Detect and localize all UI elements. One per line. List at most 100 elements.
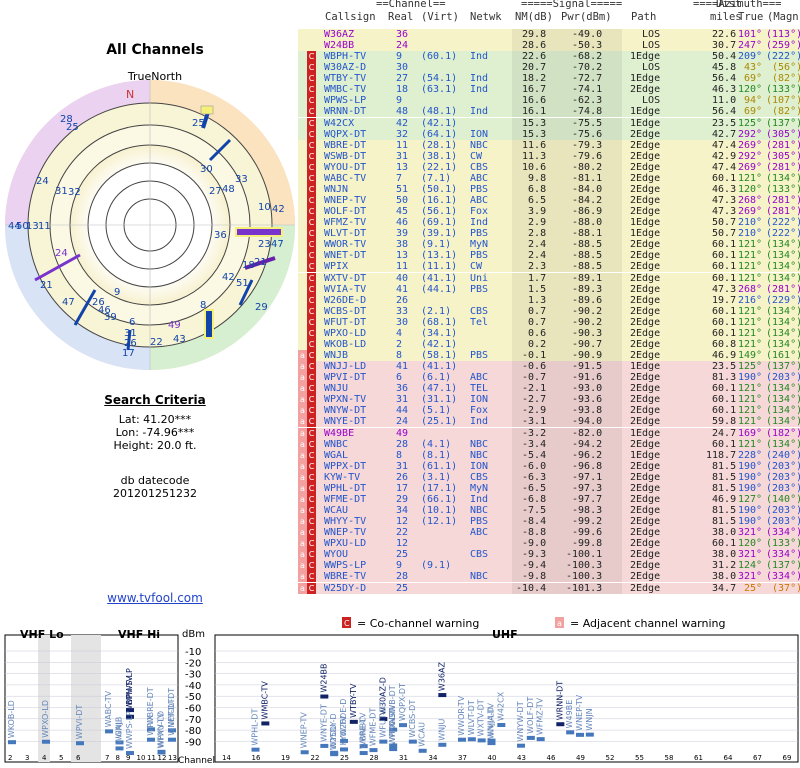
table-row[interactable]: WBRE-TV 28 NBC -9.8 -100.3 2Edge 38.0 321° (33…	[298, 571, 800, 583]
table-row[interactable]: WWPS-LP 9 (9.1) -9.4 -100.3 2Edge 31.2 124° (1…	[298, 560, 800, 572]
signal-callsign: WNYW-DT	[516, 701, 525, 741]
table-row[interactable]: W25DY-D 25 -10.4 -101.3 2Edge 34.7 25° (37°)…	[298, 582, 800, 594]
table-row[interactable]: WNYW-DT 44 (5.1) Fox -2.9 -93.8 2Edge 60.1 12…	[298, 405, 800, 417]
table-row[interactable]: WLVT-DT 39 (39.1) PBS 2.8 -88.1 1Edge 50.7 21…	[298, 228, 800, 240]
pwr-value: -62.3	[566, 95, 603, 107]
table-row[interactable]: WPHL-DT 17 (17.1) MyN -6.5 -97.3 2Edge 81.5 1…	[298, 482, 800, 494]
signal-callsign: WOLF-DT	[526, 697, 535, 734]
virtual-channel: (10.1)	[421, 505, 458, 516]
tvfool-link[interactable]: www.tvfool.com	[0, 591, 310, 605]
real-channel: 26	[396, 294, 409, 306]
table-row[interactable]: W30AZ-D 30 20.7 -70.2 LOS 45.8 43° (56°) C	[298, 62, 800, 74]
azimuth-magn: (133°)	[766, 538, 800, 550]
table-row[interactable]: WOLF-DT 45 (56.1) Fox 3.9 -86.9 2Edge 47.3 26…	[298, 206, 800, 218]
callsign: W42CX	[324, 117, 355, 129]
callsign: W24BB	[324, 40, 355, 52]
channel-tick-label: 16	[252, 754, 261, 762]
table-row[interactable]: WNEP-TV 50 (16.1) ABC 6.5 -84.2 2Edge 47.3 26…	[298, 195, 800, 207]
table-row[interactable]: WKOB-LD 2 (42.1) 0.2 -90.7 2Edge 60.8 121° (1…	[298, 338, 800, 350]
virtual-channel: (13.1)	[421, 250, 458, 262]
table-row[interactable]: WPWS-LP 9 16.6 -62.3 LOS 11.0 94° (107°) C	[298, 95, 800, 107]
azimuth-magn: (203°)	[766, 460, 800, 472]
real-channel: 29	[396, 493, 409, 505]
table-row[interactable]: WPVI-DT 6 (6.1) ABC -0.7 -91.6 2Edge 81.3 190…	[298, 372, 800, 384]
table-row[interactable]: W26DE-D 26 1.3 -89.6 2Edge 19.7 216° (229°) C	[298, 294, 800, 306]
path-value: 1Edge	[630, 427, 661, 439]
azimuth-true: 121°	[738, 316, 763, 328]
table-row[interactable]: WCBS-DT 33 (2.1) CBS 0.7 -90.2 2Edge 60.1 121…	[298, 305, 800, 317]
svg-text:9: 9	[114, 287, 120, 298]
callsign: W36AZ	[324, 29, 355, 40]
legend-adj-text: = Adjacent channel warning	[570, 617, 726, 630]
table-row[interactable]: WHYY-TV 12 (12.1) PBS -8.4 -99.2 2Edge 81.5 1…	[298, 516, 800, 528]
table-row[interactable]: WCAU 34 (10.1) NBC -7.5 -98.3 2Edge 81.5 190°…	[298, 505, 800, 516]
co-channel-badge: C	[307, 261, 316, 273]
table-row[interactable]: WYOU-DT 13 (22.1) CBS 10.6 -80.2 2Edge 47.4 2…	[298, 161, 800, 173]
table-row[interactable]: WQPX-DT 32 (64.1) ION 15.3 -75.6 2Edge 42.7 2…	[298, 128, 800, 140]
table-row[interactable]: WFUT-DT 30 (68.1) Tel 0.7 -90.2 2Edge 60.1 12…	[298, 316, 800, 328]
table-row[interactable]: WNJJ-LD 41 (41.1) -0.6 -91.5 1Edge 23.5 125°…	[298, 361, 800, 373]
table-row[interactable]: WYOU 25 CBS -9.3 -100.1 2Edge 38.0 321° (334°)…	[298, 549, 800, 561]
path-value: 2Edge	[630, 493, 661, 505]
callsign: WPHL-DT	[324, 482, 367, 494]
azimuth-true: 120°	[738, 183, 763, 195]
adjacent-channel-badge: a	[298, 516, 307, 528]
real-channel: 24	[396, 40, 409, 52]
signal-bar	[369, 748, 378, 753]
table-row[interactable]: WTBY-TV 27 (54.1) Ind 18.2 -72.7 1Edge 56.4 …	[298, 73, 800, 85]
dist-value: 60.8	[706, 338, 737, 350]
pwr-value: -79.3	[566, 139, 603, 151]
real-channel: 31	[396, 394, 409, 406]
table-row[interactable]: W49BE 49 -3.2 -82.0 1Edge 24.7 169° (182°) a C	[298, 427, 800, 439]
table-row[interactable]: WVIA-TV 41 (44.1) PBS 1.5 -89.3 2Edge 47.3 26…	[298, 283, 800, 295]
table-row[interactable]: WNJB 8 (58.1) PBS -0.1 -90.9 2Edge 46.9 149°(…	[298, 350, 800, 362]
table-row[interactable]: WNJU 36 (47.1) TEL -2.1 -93.0 2Edge 60.1 121°…	[298, 383, 800, 395]
table-row[interactable]: WNET-DT 13 (13.1) PBS 2.4 -88.5 2Edge 60.1 12…	[298, 250, 800, 262]
table-row[interactable]: WWOR-TV 38 (9.1) MyN 2.4 -88.5 2Edge 60.1 121…	[298, 239, 800, 251]
table-row[interactable]: WPIX 11 (11.1) CW 2.3 -88.5 2Edge 60.1 121° (1…	[298, 261, 800, 273]
table-row[interactable]: WNBC 28 (4.1) NBC -3.4 -94.2 2Edge 60.1 121°(…	[298, 438, 800, 450]
path-value: 2Edge	[630, 294, 661, 306]
table-row[interactable]: WPXO-LD 4 (34.1) 0.6 -90.3 2Edge 60.1 121° (1…	[298, 327, 800, 339]
callsign: WPXO-LD	[324, 327, 367, 339]
callsign: WNYE-DT	[324, 416, 367, 428]
azimuth-true: 269°	[738, 206, 763, 218]
channel-tick-label: 6	[76, 754, 81, 762]
callsign: WNEP-TV	[324, 195, 367, 207]
svg-text:43: 43	[173, 334, 186, 345]
table-row[interactable]: W36AZ 36 29.8 -49.0 LOS 22.6 101° (113°)	[298, 29, 800, 40]
table-row[interactable]: WRNN-DT 48 (48.1) Ind 16.1 -74.8 1Edge 56.4 …	[298, 106, 800, 118]
dist-value: 46.9	[706, 493, 737, 505]
table-row[interactable]: WFME-DT 29 (66.1) Ind -6.8 -97.7 2Edge 46.9 1…	[298, 493, 800, 505]
table-row[interactable]: WFMZ-TV 46 (69.1) Ind 2.9 -88.0 1Edge 50.7 21…	[298, 217, 800, 229]
adjacent-channel-badge: a	[298, 350, 307, 362]
real-channel: 45	[396, 206, 409, 218]
signal-bar	[585, 732, 594, 737]
azimuth-magn: (334°)	[766, 527, 800, 539]
table-row[interactable]: WNYE-DT 24 (25.1) Ind -3.1 -94.0 2Edge 59.8 1…	[298, 416, 800, 428]
table-row[interactable]: WNJN 51 (50.1) PBS 6.8 -84.0 2Edge 46.3 120°(…	[298, 183, 800, 195]
table-row[interactable]: W42CX 42 (42.1) 15.3 -75.5 1Edge 23.5 125° (1…	[298, 117, 800, 129]
azimuth-magn: (134°)	[766, 272, 800, 284]
table-row[interactable]: WSWB-DT 31 (38.1) CW 11.3 -79.6 2Edge 42.9 29…	[298, 150, 800, 162]
table-row[interactable]: WABC-TV 7 (7.1) ABC 9.8 -81.1 2Edge 60.1 121°…	[298, 172, 800, 184]
azimuth-true: 190°	[738, 372, 763, 384]
table-row[interactable]: W24BB 24 28.6 -50.3 LOS 30.7 247° (259°)	[298, 40, 800, 52]
adjacent-channel-badge: a	[298, 372, 307, 384]
table-row[interactable]: WPXN-TV 31 (31.1) ION -2.7 -93.6 2Edge 60.1 1…	[298, 394, 800, 406]
table-row[interactable]: WXTV-DT 40 (41.1) Uni 1.7 -89.1 2Edge 60.1 12…	[298, 272, 800, 284]
path-value: 2Edge	[630, 239, 661, 251]
callsign: WXTV-DT	[324, 272, 367, 284]
azimuth-magn: (134°)	[766, 327, 800, 339]
table-row[interactable]: WPPX-DT 31 (61.1) ION -6.0 -96.8 2Edge 81.5 1…	[298, 460, 800, 472]
table-row[interactable]: WBPH-TV 9 (60.1) Ind 22.6 -68.2 1Edge 50.4 20…	[298, 51, 800, 63]
nm-value: -5.4	[516, 449, 547, 461]
signal-callsign: WNJJ-LD	[487, 707, 496, 739]
table-row[interactable]: WPXU-LD 12 -9.0 -99.8 2Edge 60.1 120° (133°)…	[298, 538, 800, 550]
table-row[interactable]: WMBC-TV 18 (63.1) Ind 16.7 -74.1 2Edge 46.3 1…	[298, 84, 800, 96]
table-row[interactable]: KYW-TV 26 (3.1) CBS -6.3 -97.1 2Edge 81.5 190…	[298, 471, 800, 483]
co-channel-badge: C	[307, 405, 316, 417]
table-row[interactable]: WNEP-TV 22 ABC -8.8 -99.6 2Edge 38.0 321° (33…	[298, 527, 800, 539]
table-row[interactable]: WBRE-DT 11 (28.1) NBC 11.6 -79.3 2Edge 47.4 2…	[298, 139, 800, 151]
table-row[interactable]: WGAL 8 (8.1) NBC -5.4 -96.2 1Edge 118.7 228° (2…	[298, 449, 800, 461]
